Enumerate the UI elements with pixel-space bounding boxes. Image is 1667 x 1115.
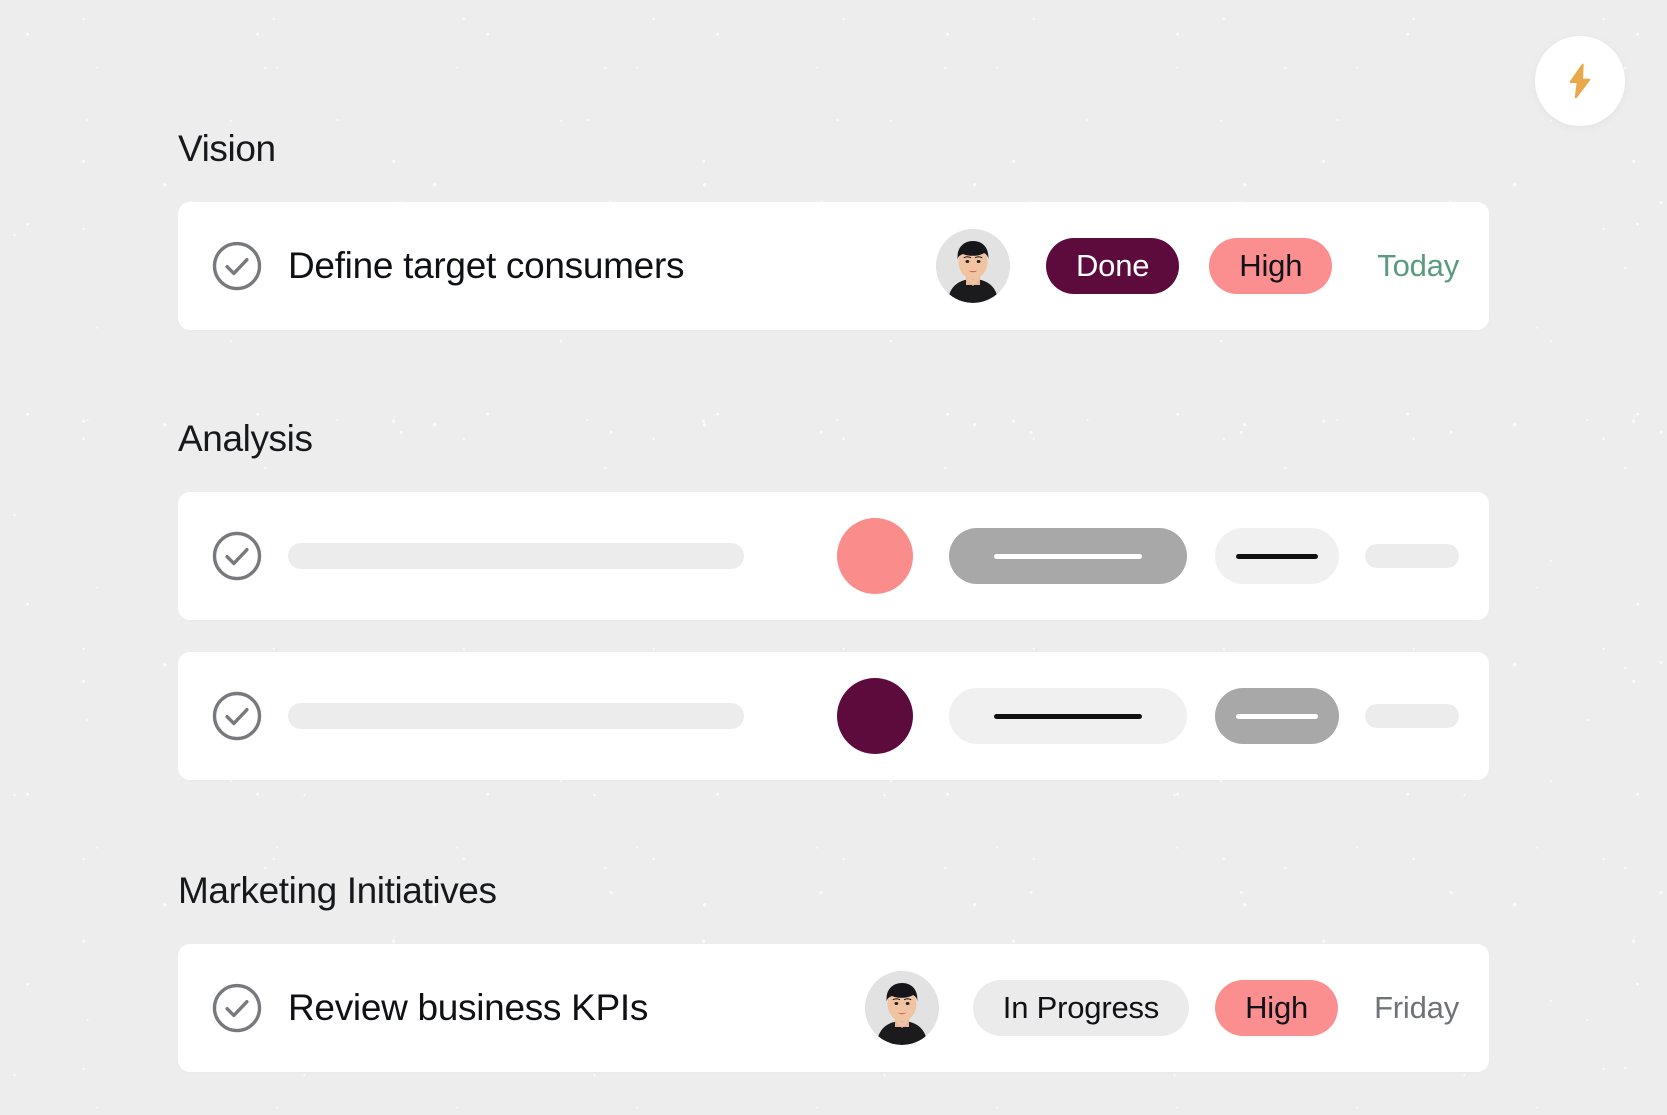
check-circle-icon[interactable] [210,529,264,583]
placeholder-status-badge [949,528,1187,584]
placeholder-title-bar [288,703,744,729]
check-circle-icon[interactable] [210,689,264,743]
placeholder-due-date [1365,544,1459,568]
task-row[interactable]: Review business KPIs In Progress High Fr… [178,944,1489,1072]
task-row[interactable] [178,652,1489,780]
placeholder-priority-line [1236,553,1318,559]
board-content: Vision Define target consumers Done High… [178,0,1489,1072]
section-vision: Vision Define target consumers Done High… [178,130,1489,330]
avatar[interactable] [935,229,1010,303]
task-title: Define target consumers [288,245,685,286]
task-title: Review business KPIs [288,987,649,1028]
section-title: Marketing Initiatives [178,870,497,911]
placeholder-priority-line [1236,713,1318,719]
status-badge[interactable]: In Progress [972,980,1190,1036]
placeholder-avatar [837,518,913,594]
priority-badge[interactable]: High [1209,238,1333,294]
task-meta: Done High Today [935,229,1489,303]
section-marketing-initiatives: Marketing Initiatives Review business KP… [178,872,1489,1072]
check-circle-icon[interactable] [210,239,264,293]
placeholder-priority-badge [1215,688,1339,744]
task-row[interactable] [178,492,1489,620]
check-circle-icon[interactable] [210,981,264,1035]
placeholder-avatar [837,678,913,754]
section-title: Analysis [178,418,313,459]
task-meta [837,518,1489,594]
placeholder-priority-badge [1215,528,1339,584]
placeholder-title-bar [288,543,744,569]
section-title: Vision [178,128,276,169]
lightning-bolt-icon [1560,61,1600,101]
avatar[interactable] [864,971,939,1045]
lightning-bolt-button[interactable] [1535,36,1625,126]
priority-badge[interactable]: High [1215,980,1339,1036]
task-board-page: Vision Define target consumers Done High… [0,0,1667,1115]
placeholder-status-badge [949,688,1187,744]
task-row[interactable]: Define target consumers Done High Today [178,202,1489,330]
placeholder-status-line [994,713,1142,719]
task-meta: In Progress High Friday [864,971,1489,1045]
placeholder-due-date [1365,704,1459,728]
task-meta [837,678,1489,754]
due-date: Today [1377,248,1459,283]
status-badge[interactable]: Done [1045,238,1180,294]
placeholder-status-line [994,553,1142,559]
due-date: Friday [1374,990,1459,1025]
section-analysis: Analysis [178,420,1489,780]
